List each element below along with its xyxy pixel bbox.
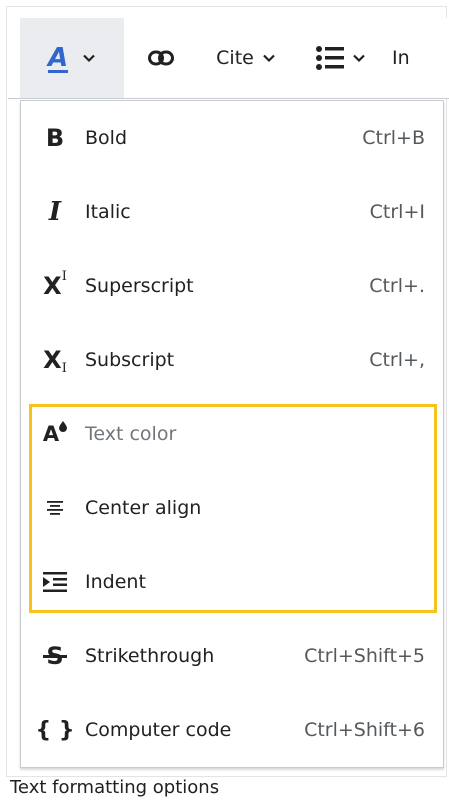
center-align-icon [35,488,75,528]
editor-toolbar: A Cite In [8,18,449,99]
indent-icon [35,562,75,602]
subscript-icon: XI [43,346,67,376]
menu-item-shortcut: Ctrl+Shift+6 [304,719,425,741]
link-icon [148,50,174,66]
menu-item-subscript[interactable]: XI Subscript Ctrl+, [21,323,443,397]
menu-item-label: Center align [85,497,202,519]
menu-item-label: Subscript [85,349,175,371]
chevron-down-icon [263,54,275,63]
cite-button[interactable]: Cite [196,18,296,98]
menu-item-label: Superscript [85,275,194,297]
menu-item-shortcut: Ctrl+, [369,349,425,371]
code-braces-icon: { } [35,717,75,743]
menu-item-indent[interactable]: Indent [21,545,443,619]
link-button[interactable] [130,18,192,98]
menu-item-bold[interactable]: B Bold Ctrl+B [21,101,443,175]
menu-item-label: Bold [85,127,127,149]
italic-icon: I [48,197,62,227]
text-style-button[interactable]: A [20,18,124,98]
bold-icon: B [45,124,65,152]
cite-label: Cite [216,47,254,69]
menu-item-shortcut: Ctrl+Shift+5 [304,645,425,667]
menu-item-label: Computer code [85,719,232,741]
menu-item-text-color[interactable]: A Text color [21,397,443,471]
menu-item-shortcut: Ctrl+. [369,275,425,297]
strike-line [43,655,67,658]
text-style-menu: B Bold Ctrl+B I Italic Ctrl+I XI Supersc… [20,100,444,768]
menu-item-strikethrough[interactable]: S Strikethrough Ctrl+Shift+5 [21,619,443,693]
list-button[interactable] [296,18,386,98]
bullet-list-icon [316,46,344,70]
strikethrough-icon: S [35,636,75,676]
superscript-icon: XI [43,268,67,301]
insert-button[interactable]: In [386,18,422,98]
menu-item-computer-code[interactable]: { } Computer code Ctrl+Shift+6 [21,693,443,767]
menu-item-center-align[interactable]: Center align [21,471,443,545]
menu-item-shortcut: Ctrl+I [369,201,425,223]
image-caption: Text formatting options [10,777,220,798]
chevron-down-icon [83,54,95,63]
text-style-icon: A [47,43,69,73]
menu-item-label: Indent [85,571,146,593]
menu-item-superscript[interactable]: XI Superscript Ctrl+. [21,249,443,323]
menu-item-shortcut: Ctrl+B [362,127,425,149]
color-drop-icon [59,420,68,432]
menu-item-italic[interactable]: I Italic Ctrl+I [21,175,443,249]
insert-label: In [392,47,410,69]
text-color-icon: A [35,414,75,454]
menu-item-label: Italic [85,201,131,223]
menu-item-label: Strikethrough [85,645,215,667]
menu-item-label: Text color [85,423,177,445]
chevron-down-icon [353,54,365,63]
